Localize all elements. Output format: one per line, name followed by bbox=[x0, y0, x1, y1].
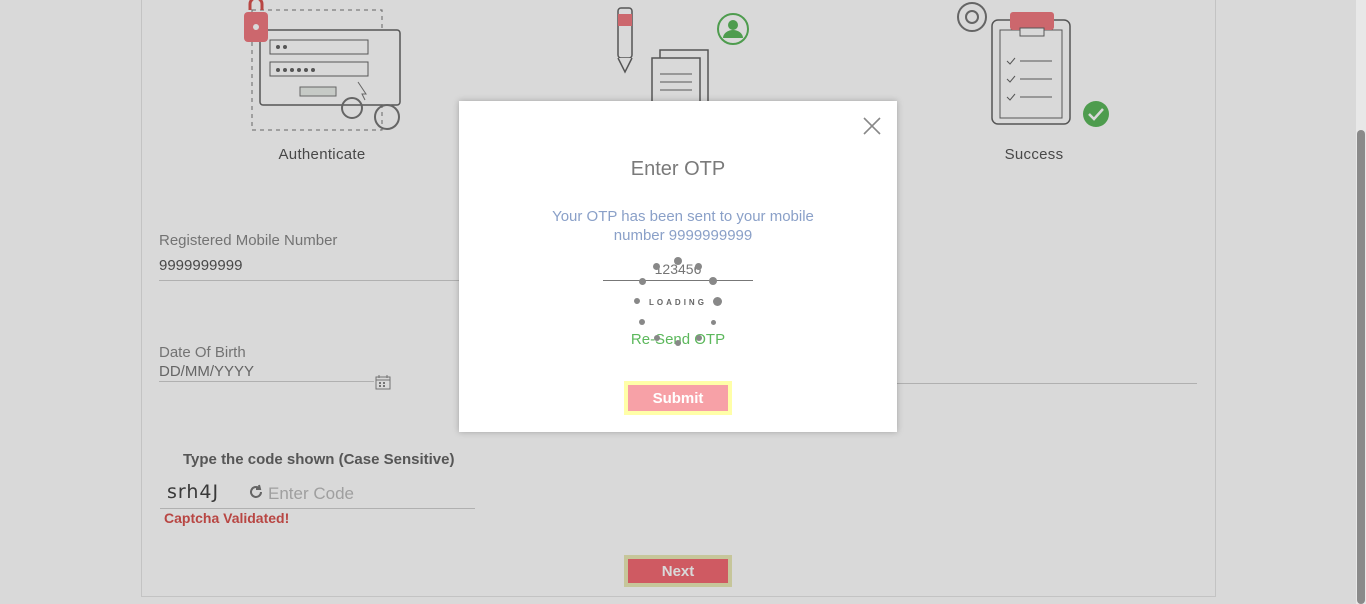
spinner-dot bbox=[711, 320, 716, 325]
spinner-dot bbox=[709, 277, 717, 285]
spinner-dot bbox=[639, 278, 646, 285]
otp-description: Your OTP has been sent to your mobile nu… bbox=[552, 208, 814, 244]
spinner-dot bbox=[639, 319, 645, 325]
spinner-dot bbox=[696, 335, 702, 341]
submit-button[interactable]: Submit bbox=[624, 381, 732, 415]
scrollbar-thumb[interactable] bbox=[1357, 130, 1365, 604]
close-icon[interactable] bbox=[861, 115, 883, 137]
submit-button-label: Submit bbox=[628, 385, 728, 411]
spinner-dot bbox=[675, 340, 681, 346]
spinner-dot bbox=[653, 263, 660, 270]
page: Authenticate Success Registered Mobile N… bbox=[0, 0, 1366, 604]
scrollbar[interactable] bbox=[1356, 0, 1366, 604]
spinner-dot bbox=[674, 257, 682, 265]
spinner-dot bbox=[654, 335, 660, 341]
loading-text: LOADING bbox=[649, 298, 707, 307]
otp-modal-title: Enter OTP bbox=[630, 158, 726, 180]
loading-spinner: LOADING bbox=[629, 255, 727, 347]
spinner-dot bbox=[695, 263, 702, 270]
